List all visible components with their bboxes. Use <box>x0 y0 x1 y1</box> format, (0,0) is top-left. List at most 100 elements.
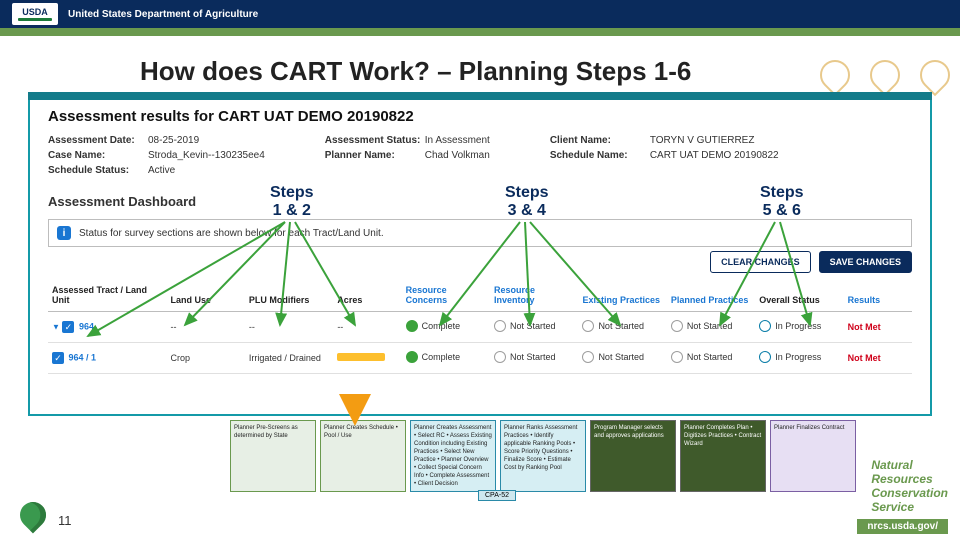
nrcs-line: Resources <box>871 472 948 486</box>
unit-link[interactable]: 964 / 1 <box>69 352 97 362</box>
cell-ri: Not Started <box>510 321 556 331</box>
button-row: CLEAR CHANGES SAVE CHANGES <box>48 251 912 273</box>
cell-ep: Not Started <box>598 352 644 362</box>
step-label-3-4: Steps 3 & 4 <box>505 184 549 220</box>
assessment-panel: Assessment results for CART UAT DEMO 201… <box>28 92 932 416</box>
chevron-down-icon[interactable]: ▼ <box>52 322 60 331</box>
unit-link[interactable]: 964 <box>79 321 94 331</box>
status-inprogress-icon <box>759 320 771 332</box>
table-row: ✓ 964 / 1 Crop Irrigated / Drained 79 Co… <box>48 343 912 374</box>
meta-label: Assessment Status: <box>325 135 425 146</box>
col-resource-inventory[interactable]: Resource Inventory <box>490 279 578 312</box>
cell-pp: Not Started <box>687 352 733 362</box>
meta-value: Stroda_Kevin--130235ee4 <box>148 150 265 161</box>
save-changes-button[interactable]: SAVE CHANGES <box>819 251 912 273</box>
cell-land-use: -- <box>167 312 245 343</box>
cell-ri: Not Started <box>510 352 556 362</box>
info-text: Status for survey sections are shown bel… <box>79 228 384 239</box>
flow-box: Planner Creates Assessment • Select RC •… <box>410 420 496 492</box>
step-label-line: 5 & 6 <box>763 202 801 219</box>
step-label-line: 1 & 2 <box>273 202 311 219</box>
flow-box: Program Manager selects and approves app… <box>590 420 676 492</box>
status-notstarted-icon <box>494 320 506 332</box>
meta-value: TORYN V GUTIERREZ <box>650 135 755 146</box>
col-planned-practices[interactable]: Planned Practices <box>667 279 755 312</box>
status-complete-icon <box>406 351 418 363</box>
meta-label: Schedule Status: <box>48 165 148 176</box>
page-number: 11 <box>58 513 72 528</box>
meta-label: Client Name: <box>550 135 650 146</box>
checkbox-checked-icon[interactable]: ✓ <box>52 352 64 364</box>
panel-heading-prefix: Assessment results for <box>48 108 218 125</box>
status-inprogress-icon <box>759 351 771 363</box>
cell-pp: Not Started <box>687 321 733 331</box>
meta-label: Case Name: <box>48 150 148 161</box>
flow-box: Planner Ranks Assessment Practices • Ide… <box>500 420 586 492</box>
meta-value: In Assessment <box>425 135 490 146</box>
usda-logo: USDA <box>12 3 58 25</box>
status-notstarted-icon <box>494 351 506 363</box>
meta-value: 08-25-2019 <box>148 135 199 146</box>
cell-rc: Complete <box>422 352 461 362</box>
title-underline <box>28 92 932 100</box>
cell-results[interactable]: Not Met <box>844 343 912 374</box>
flow-box: Planner Completes Plan • Digitizes Pract… <box>680 420 766 492</box>
flow-box: Planner Finalizes Contract <box>770 420 856 492</box>
col-overall-status: Overall Status <box>755 279 843 312</box>
info-icon: i <box>57 226 71 240</box>
usda-agency-text: United States Department of Agriculture <box>68 9 258 20</box>
meta-label: Assessment Date: <box>48 135 148 146</box>
nrcs-line: Conservation <box>871 486 948 500</box>
meta-value: Active <box>148 165 175 176</box>
panel-heading-name: CART UAT DEMO 20190822 <box>218 108 414 125</box>
droplet-icon <box>864 54 906 96</box>
droplet-icon <box>914 54 956 96</box>
col-acres: Acres <box>333 279 401 312</box>
green-stripe <box>0 28 960 36</box>
meta-label: Schedule Name: <box>550 150 650 161</box>
acres-bar <box>337 353 385 361</box>
table-row: ▼ ✓ 964 -- -- -- Complete Not Started No… <box>48 312 912 343</box>
droplet-icon <box>814 54 856 96</box>
status-complete-icon <box>406 320 418 332</box>
cell-overall: In Progress <box>775 352 821 362</box>
flow-tag: CPA-52 <box>478 490 516 501</box>
step-label-line: Steps <box>270 184 314 201</box>
cell-results[interactable]: Not Met <box>844 312 912 343</box>
step-label-line: Steps <box>760 184 804 201</box>
meta-value: Chad Volkman <box>425 150 490 161</box>
col-results[interactable]: Results <box>844 279 912 312</box>
status-notstarted-icon <box>671 351 683 363</box>
assessment-table: Assessed Tract / Land Unit Land Use PLU … <box>48 279 912 374</box>
panel-heading: Assessment results for CART UAT DEMO 201… <box>48 108 912 125</box>
page-title: How does CART Work? – Planning Steps 1-6 <box>140 56 691 87</box>
flow-box: Planner Creates Schedule • Pool / Use <box>320 420 406 492</box>
nrcs-line: Service <box>871 500 948 514</box>
col-resource-concerns[interactable]: Resource Concerns <box>402 279 490 312</box>
cell-land-use: Crop <box>167 343 245 374</box>
col-existing-practices[interactable]: Existing Practices <box>578 279 666 312</box>
checkbox-checked-icon[interactable]: ✓ <box>62 321 74 333</box>
step-label-5-6: Steps 5 & 6 <box>760 184 804 220</box>
cell-plu: -- <box>245 312 333 343</box>
usda-topbar: USDA United States Department of Agricul… <box>0 0 960 28</box>
clear-changes-button[interactable]: CLEAR CHANGES <box>710 251 811 273</box>
nrcs-brand-block: Natural Resources Conservation Service <box>871 458 948 514</box>
flow-box: Planner Pre-Screens as determined by Sta… <box>230 420 316 492</box>
step-label-line: 3 & 4 <box>508 202 546 219</box>
nrcs-url-badge: nrcs.usda.gov/ <box>857 519 948 534</box>
step-label-line: Steps <box>505 184 549 201</box>
process-flow-strip: Planner Pre-Screens as determined by Sta… <box>230 420 856 492</box>
status-notstarted-icon <box>582 351 594 363</box>
meta-label: Planner Name: <box>325 150 425 161</box>
usda-logo-bar <box>18 18 52 21</box>
cell-rc: Complete <box>422 321 461 331</box>
cell-ep: Not Started <box>598 321 644 331</box>
col-land-use: Land Use <box>167 279 245 312</box>
info-banner: i Status for survey sections are shown b… <box>48 219 912 247</box>
usda-logo-text: USDA <box>22 8 48 17</box>
cell-acres: -- <box>333 312 401 343</box>
status-notstarted-icon <box>671 320 683 332</box>
panel-meta: Assessment Date:08-25-2019 Case Name:Str… <box>48 135 912 176</box>
step-label-1-2: Steps 1 & 2 <box>270 184 314 220</box>
